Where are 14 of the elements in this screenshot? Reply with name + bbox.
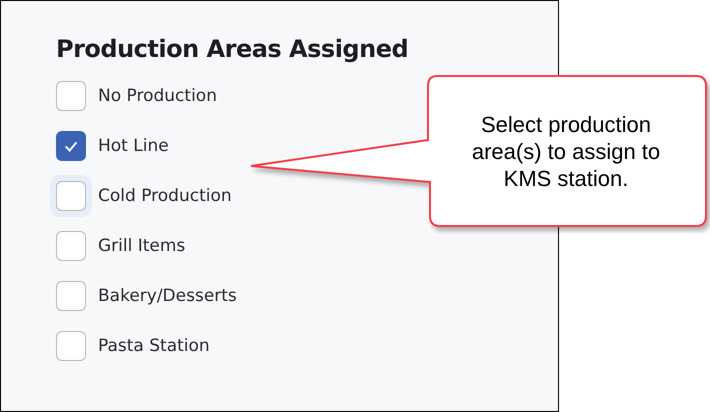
callout-text: Select production area(s) to assign to KMS station. [470,111,662,192]
checkbox-label[interactable]: Hot Line [98,136,169,156]
checkbox[interactable] [56,331,86,361]
checkbox[interactable] [56,231,86,261]
checkbox-label[interactable]: No Production [98,86,217,106]
checkbox-label[interactable]: Pasta Station [98,336,210,356]
checkbox[interactable] [56,181,86,211]
section-title: Production Areas Assigned [56,35,410,63]
checkbox-label[interactable]: Bakery/Desserts [98,286,237,306]
checkbox[interactable] [56,131,86,161]
checkbox-label[interactable]: Grill Items [98,236,186,256]
checkbox-label[interactable]: Cold Production [98,186,232,206]
checkbox[interactable] [56,81,86,111]
checkbox[interactable] [56,281,86,311]
